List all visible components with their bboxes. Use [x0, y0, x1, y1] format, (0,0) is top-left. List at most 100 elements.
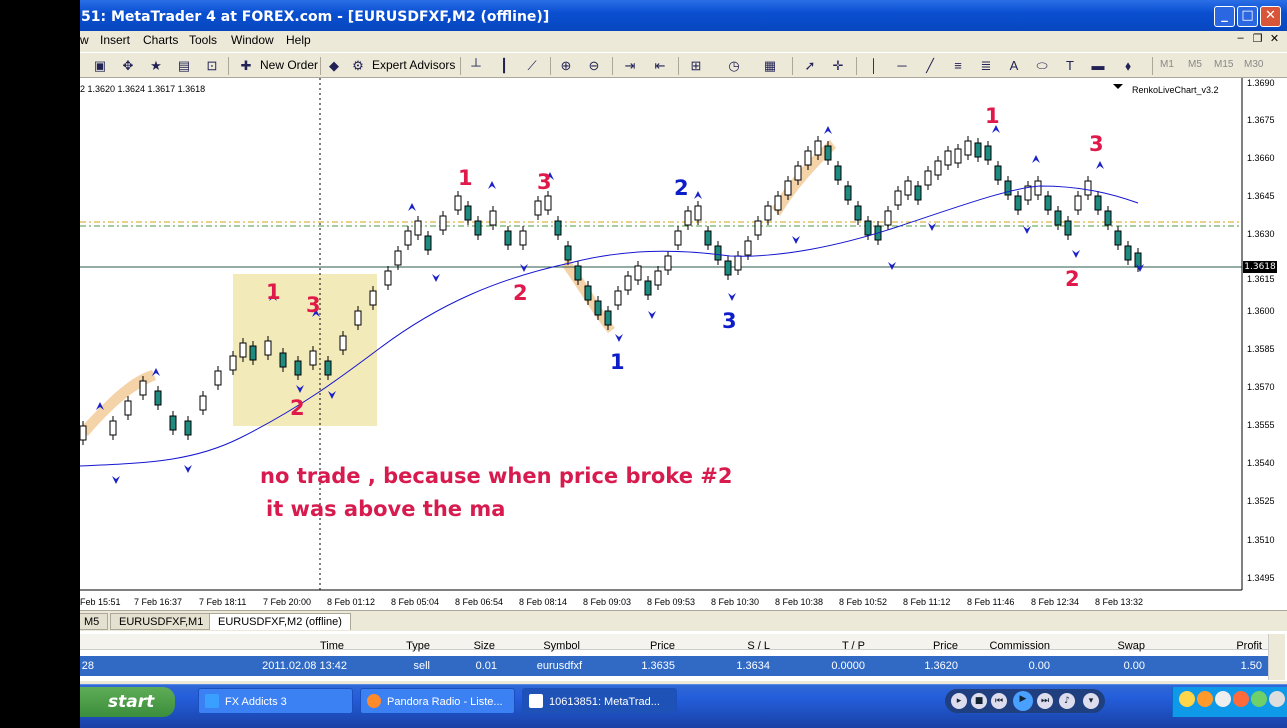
- menu-tools[interactable]: Tools: [189, 33, 217, 47]
- equidistant-channel-icon[interactable]: ≡: [948, 56, 968, 76]
- price-chart[interactable]: [80, 78, 1287, 610]
- restore-player-icon[interactable]: ▾: [1083, 693, 1099, 709]
- vertical-line-icon[interactable]: │: [864, 56, 884, 76]
- play-icon[interactable]: ▶: [1013, 691, 1033, 711]
- col-commission[interactable]: Commission: [960, 640, 1050, 652]
- timeframe-m30[interactable]: M30: [1244, 56, 1263, 76]
- fibonacci-icon[interactable]: ≣: [976, 56, 996, 76]
- col-time[interactable]: Time: [260, 640, 344, 652]
- menu-charts[interactable]: Charts: [143, 33, 178, 47]
- shift-triangle-icon[interactable]: [1113, 84, 1123, 89]
- candle: [794, 165, 802, 181]
- new-order-button[interactable]: New Order: [260, 56, 318, 76]
- col-current-price[interactable]: Price: [870, 640, 958, 652]
- task-fx-addicts[interactable]: FX Addicts 3: [198, 688, 353, 714]
- fractal-up-arrow: [488, 181, 496, 189]
- line-chart-icon[interactable]: ⟋: [522, 56, 542, 76]
- table-row[interactable]: 28 2011.02.08 13:42 sell 0.01 eurusdfxf …: [80, 656, 1268, 676]
- terminal-scrollbar[interactable]: [1268, 634, 1285, 680]
- candle: [774, 195, 782, 211]
- cursor-icon[interactable]: ➚: [800, 56, 820, 76]
- previous-icon[interactable]: ⏮: [991, 693, 1007, 709]
- price-tick: 1.3690: [1247, 78, 1275, 88]
- time-tick: 8 Feb 13:32: [1095, 597, 1144, 607]
- candle: [394, 250, 402, 266]
- menu-view[interactable]: w: [80, 33, 89, 47]
- navigator-icon[interactable]: ▤: [174, 56, 194, 76]
- col-tp[interactable]: T / P: [775, 640, 865, 652]
- tab-m5[interactable]: M5: [80, 613, 109, 630]
- menu-insert[interactable]: Insert: [100, 33, 130, 47]
- chart-shift-icon[interactable]: ⇤: [650, 56, 670, 76]
- bar-chart-icon[interactable]: ┴: [466, 56, 486, 76]
- col-price[interactable]: Price: [585, 640, 675, 652]
- timeframe-m1[interactable]: M1: [1160, 56, 1174, 76]
- menu-window[interactable]: Window: [231, 33, 274, 47]
- auto-scroll-icon[interactable]: ⇥: [620, 56, 640, 76]
- tray-network-icon[interactable]: [1215, 691, 1231, 707]
- mdi-minimize-icon[interactable]: –: [1233, 32, 1248, 46]
- annotation-label: 3: [1089, 132, 1104, 156]
- menu-help[interactable]: Help: [286, 33, 311, 47]
- col-swap[interactable]: Swap: [1055, 640, 1145, 652]
- periods-icon[interactable]: ◷: [724, 56, 744, 76]
- time-tick: 8 Feb 08:14: [519, 597, 568, 607]
- zoom-window-icon[interactable]: ⊡: [202, 56, 222, 76]
- tray-app-icon[interactable]: [1197, 691, 1213, 707]
- rectangle-icon[interactable]: ▬: [1088, 56, 1108, 76]
- ellipse-icon[interactable]: ⬭: [1032, 56, 1052, 76]
- volume-icon[interactable]: ♪: [1059, 693, 1075, 709]
- mdi-restore-icon[interactable]: ❐: [1250, 32, 1265, 46]
- horizontal-line-icon[interactable]: ─: [892, 56, 912, 76]
- minimize-button[interactable]: _: [1214, 6, 1235, 27]
- tray-app-icon[interactable]: [1251, 691, 1267, 707]
- zoom-in-icon[interactable]: ⊕: [556, 56, 576, 76]
- crosshair-icon[interactable]: ✛: [828, 56, 848, 76]
- tab-eurusdfxf-m2[interactable]: EURUSDFXF,M2 (offline): [209, 613, 351, 630]
- media-menu-icon[interactable]: ▸: [951, 693, 967, 709]
- candle: [1004, 180, 1012, 196]
- col-profit[interactable]: Profit: [1150, 640, 1262, 652]
- expert-advisors-button[interactable]: Expert Advisors: [372, 56, 455, 76]
- trendline-icon[interactable]: ╱: [920, 56, 940, 76]
- timeframe-m5[interactable]: M5: [1188, 56, 1202, 76]
- candle: [894, 190, 902, 206]
- task-metatrader[interactable]: 10613851: MetaTrad...: [522, 688, 677, 714]
- task-pandora[interactable]: Pandora Radio - Liste...: [360, 688, 515, 714]
- start-button[interactable]: start: [80, 687, 175, 717]
- favorites-icon[interactable]: ★: [146, 56, 166, 76]
- col-sl[interactable]: S / L: [680, 640, 770, 652]
- next-icon[interactable]: ⏭: [1037, 693, 1053, 709]
- tab-eurusdfxf-m1[interactable]: EURUSDFXF,M1: [110, 613, 213, 630]
- arrows-icon[interactable]: ⬧: [1118, 56, 1138, 76]
- col-symbol[interactable]: Symbol: [500, 640, 580, 652]
- tray-app-icon[interactable]: [1233, 691, 1249, 707]
- maximize-button[interactable]: □: [1237, 6, 1258, 27]
- text-label-icon[interactable]: T: [1060, 56, 1080, 76]
- stop-icon[interactable]: ■: [971, 693, 987, 709]
- chart-area[interactable]: 2 1.3620 1.3624 1.3617 1.3618 RenkoLiveC…: [80, 78, 1287, 610]
- close-button[interactable]: ✕: [1260, 6, 1281, 27]
- col-size[interactable]: Size: [435, 640, 495, 652]
- new-chart-icon[interactable]: ▣: [90, 56, 110, 76]
- annotation-label: 1: [610, 350, 625, 374]
- tray-app-icon[interactable]: [1269, 691, 1285, 707]
- timeframe-m15[interactable]: M15: [1214, 56, 1233, 76]
- candle: [309, 350, 317, 366]
- note-text-line1: no trade , because when price broke #2: [260, 464, 733, 488]
- metatrader-window: 51: MetaTrader 4 at FOREX.com - [EURUSDF…: [80, 0, 1287, 728]
- toggle-ea-icon[interactable]: ◆: [324, 56, 344, 76]
- tray-app-icon[interactable]: [1179, 691, 1195, 707]
- text-icon[interactable]: A: [1004, 56, 1024, 76]
- candlestick-icon[interactable]: ┃: [494, 56, 514, 76]
- templates-icon[interactable]: ▦: [760, 56, 780, 76]
- fractal-down-arrow: [184, 465, 192, 473]
- zoom-out-icon[interactable]: ⊖: [584, 56, 604, 76]
- mdi-close-icon[interactable]: ✕: [1267, 32, 1282, 46]
- candle: [169, 415, 177, 431]
- indicators-icon[interactable]: ⊞: [686, 56, 706, 76]
- price-tick: 1.3675: [1247, 115, 1275, 125]
- col-type[interactable]: Type: [350, 640, 430, 652]
- crosshair-nav-icon[interactable]: ✥: [118, 56, 138, 76]
- candle: [249, 345, 257, 361]
